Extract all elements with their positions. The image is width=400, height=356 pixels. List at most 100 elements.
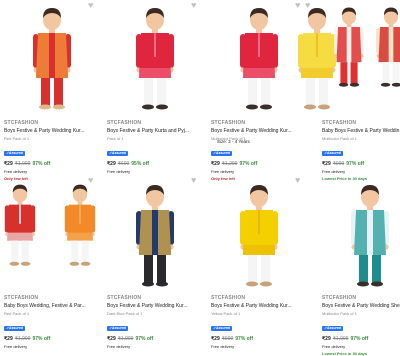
kid-pants (54, 78, 63, 106)
current-price: ₹29 (322, 161, 331, 167)
product-brand: STCFASHION (211, 295, 246, 301)
wishlist-heart-icon[interactable]: ♥ (88, 1, 93, 10)
product-title[interactable]: Baby Boys Wedding, Festive & Par... (4, 303, 100, 309)
product-variant: Multicolor Pack of 1 (322, 136, 357, 141)
price-row: ₹29 ₹1,999 97% off (4, 336, 104, 342)
product-brand: STCFASHION (322, 295, 357, 301)
kid-shoe (304, 104, 316, 110)
product-info: STCFASHION Boys Festive & Party Kurta and… (107, 120, 207, 174)
price-row: ₹29 ₹699 95% off (107, 161, 207, 167)
product-title[interactable]: Boys Festive & Party Wedding Kur... (4, 128, 100, 134)
kid-placket (154, 33, 156, 57)
original-price: ₹1,999 (332, 336, 349, 342)
kid-figure (64, 184, 96, 266)
kid-shoe (20, 261, 31, 266)
kid-pants (261, 255, 270, 283)
kid-pants (71, 240, 79, 263)
original-price: ₹1,999 (117, 336, 134, 342)
product-title[interactable]: Boys Festive & Party Wedding Kur... (211, 303, 307, 309)
product-brand: STCFASHION (4, 295, 39, 301)
product-image[interactable] (103, 175, 207, 290)
kid-shoe (142, 104, 154, 110)
product-title[interactable]: Boys Festive & Party Kurta and Pyj... (107, 128, 203, 134)
kid-pants (157, 78, 166, 106)
original-price: ₹1,999 (14, 336, 31, 342)
product-title[interactable]: Boys Festive & Party Wedding Kur... (107, 303, 203, 309)
kid-pants (392, 62, 400, 84)
kid-pants (306, 78, 315, 106)
product-variant: Red Pack of 1 (4, 136, 30, 141)
kid-shoe (380, 82, 391, 87)
kid-pants (340, 62, 348, 84)
kid-shoe (357, 281, 369, 287)
kid-pants (359, 255, 368, 283)
original-price: ₹999 (221, 336, 234, 342)
kid-shoe (80, 261, 91, 266)
discount-percent: 97% off (32, 161, 51, 167)
current-price: ₹29 (107, 336, 116, 342)
kid-shoe (260, 281, 272, 287)
kid-shoe (246, 104, 258, 110)
free-delivery: Free delivery (211, 169, 235, 174)
wishlist-heart-icon[interactable]: ♥ (305, 1, 310, 10)
discount-percent: 97% off (350, 336, 369, 342)
product-info: STCFASHION Boys Festive & Party Wedding K… (4, 120, 104, 181)
kid-pants (350, 62, 358, 84)
assured-badge: ✓Assured (322, 151, 343, 156)
kid-shoe (349, 82, 360, 87)
wishlist-heart-icon[interactable]: ♥ (295, 176, 300, 185)
kid-pants (372, 255, 381, 283)
free-delivery: Free delivery (322, 169, 346, 174)
product-info: STCFASHION Baby Boys Festive & Party Wedd… (322, 120, 400, 181)
kid-shoe (156, 281, 168, 287)
assured-badge: ✓Assured (4, 326, 25, 331)
kid-pants (157, 255, 166, 283)
product-brand: STCFASHION (4, 120, 39, 126)
product-image[interactable] (103, 0, 207, 115)
current-price: ₹29 (4, 161, 13, 167)
product-title[interactable]: Baby Boys Festive & Party Weddin... (322, 128, 400, 134)
current-price: ₹29 (322, 336, 331, 342)
kid-jacket (378, 27, 389, 63)
product-info: STCFASHION Boys Festive & Party Wedding S… (322, 295, 400, 356)
product-brand: STCFASHION (107, 295, 142, 301)
product-note: Lowest Price in 30 days (322, 351, 368, 356)
kid-jacket (55, 33, 68, 78)
product-image[interactable] (318, 0, 400, 115)
assured-badge: ✓Assured (107, 326, 128, 331)
product-image[interactable] (318, 175, 400, 290)
kid-pants (41, 78, 50, 106)
kid-figure (240, 185, 278, 287)
price-row: ₹29 ₹1,999 97% off (107, 336, 207, 342)
product-variant: Red Pack of 1 (4, 311, 30, 316)
product-title[interactable]: Boys Festive & Party Wedding She... (322, 303, 400, 309)
product-title[interactable]: Boys Festive & Party Wedding Kur... (211, 128, 307, 134)
kid-pants (11, 240, 19, 263)
current-price: ₹29 (107, 161, 116, 167)
wishlist-heart-icon[interactable]: ♥ (88, 176, 93, 185)
discount-percent: 97% off (135, 336, 154, 342)
product-image[interactable] (0, 175, 104, 290)
product-variant: Yellow Pack of 1 (211, 311, 241, 316)
price-row: ₹29 ₹999 97% off (211, 336, 311, 342)
kid-shoe (371, 281, 383, 287)
product-grid: ♥ STCFASHION Boys Festive & Party Wedding … (0, 0, 400, 356)
price-row: ₹29 ₹1,999 97% off (322, 336, 400, 342)
kid-shoe (142, 281, 154, 287)
kid-jacket (393, 27, 400, 63)
wishlist-heart-icon[interactable]: ♥ (191, 1, 196, 10)
discount-percent: 97% off (235, 336, 254, 342)
product-info: STCFASHION Boys Festive & Party Wedding K… (107, 295, 207, 349)
kid-figure (4, 184, 36, 266)
kid-figure (136, 185, 174, 287)
kid-pants (144, 78, 153, 106)
price-row: ₹29 ₹1,299 97% off (211, 161, 311, 167)
product-image[interactable] (207, 175, 311, 290)
kid-figure (136, 8, 174, 110)
wishlist-heart-icon[interactable]: ♥ (191, 176, 196, 185)
product-image[interactable] (0, 0, 104, 115)
kid-jacket (354, 210, 367, 255)
kid-shoe (39, 104, 51, 110)
kid-figure (33, 8, 71, 110)
kid-pants (144, 255, 153, 283)
